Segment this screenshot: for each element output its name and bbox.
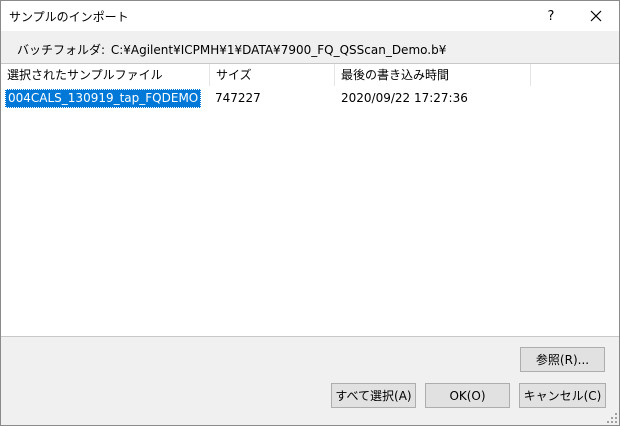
help-button[interactable]: ?	[528, 1, 574, 31]
sample-file-list[interactable]: 選択されたサンプルファイル サイズ 最後の書き込み時間 004CALS_1309…	[1, 63, 619, 337]
column-header-size[interactable]: サイズ	[210, 64, 335, 86]
batch-folder-path: C:¥Agilent¥ICPMH¥1¥DATA¥7900_FQ_QSScan_D…	[110, 43, 447, 57]
cancel-button[interactable]: キャンセル(C)	[519, 383, 606, 408]
row-filename[interactable]: 004CALS_130919_tap_FQDEMO	[5, 89, 202, 108]
list-header: 選択されたサンプルファイル サイズ 最後の書き込み時間	[1, 64, 619, 86]
close-icon	[590, 10, 602, 22]
ok-button[interactable]: OK(O)	[425, 383, 510, 408]
dialog-title: サンプルのインポート	[9, 10, 129, 24]
row-last-write-time: 2020/09/22 17:27:36	[341, 91, 468, 105]
batch-folder-row: バッチフォルダ: C:¥Agilent¥ICPMH¥1¥DATA¥7900_FQ…	[17, 41, 446, 58]
help-icon: ?	[547, 8, 555, 24]
column-header-filename[interactable]: 選択されたサンプルファイル	[1, 64, 210, 86]
column-header-last-write-time[interactable]: 最後の書き込み時間	[335, 64, 531, 86]
browse-button[interactable]: 参照(R)...	[520, 347, 605, 372]
batch-folder-label: バッチフォルダ:	[17, 43, 106, 57]
import-samples-dialog: サンプルのインポート ? バッチフォルダ: C:¥Agilent¥ICPMH¥1…	[0, 0, 620, 426]
resize-grip-icon[interactable]	[607, 413, 617, 423]
row-size: 747227	[215, 91, 261, 105]
select-all-button[interactable]: すべて選択(A)	[331, 383, 416, 408]
close-button[interactable]	[573, 1, 619, 31]
title-bar: サンプルのインポート ?	[1, 1, 619, 31]
table-row[interactable]: 004CALS_130919_tap_FQDEMO 747227 2020/09…	[1, 89, 619, 108]
